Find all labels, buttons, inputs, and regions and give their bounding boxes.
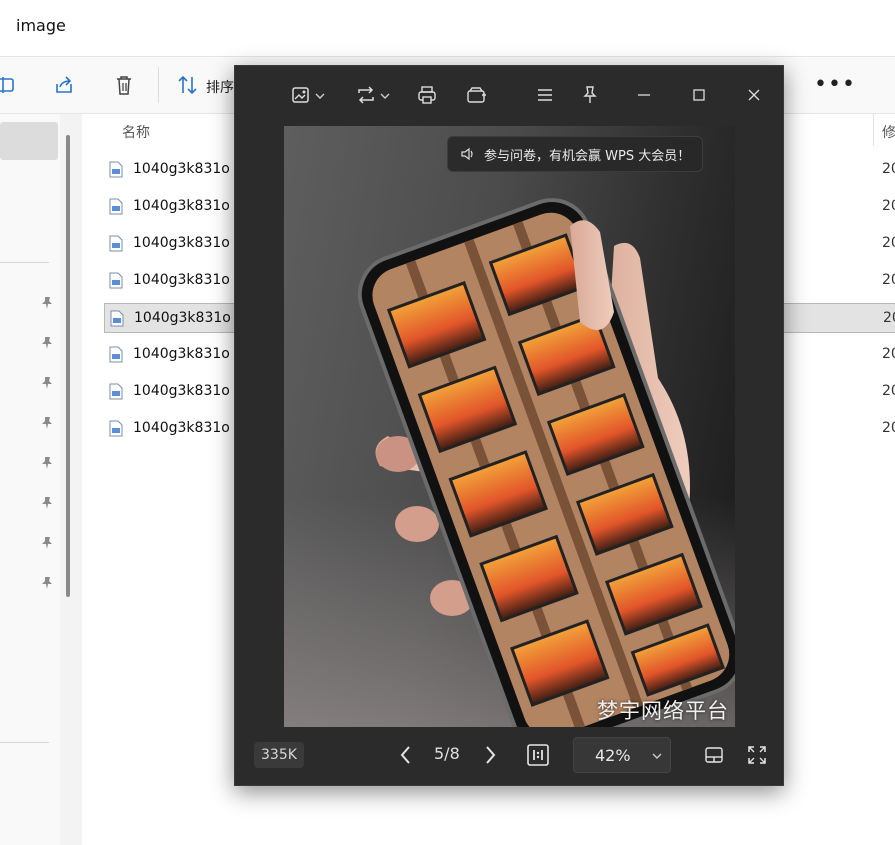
pin-icon[interactable] <box>577 82 603 108</box>
pin-icon[interactable] <box>40 336 54 350</box>
nav-scrollbar[interactable] <box>66 135 70 597</box>
close-icon[interactable] <box>741 82 767 108</box>
pin-icon[interactable] <box>40 376 54 390</box>
rename-icon[interactable] <box>0 73 18 97</box>
file-name: 1040g3k831o <box>133 198 230 214</box>
file-modified-date: 20 <box>882 420 895 436</box>
viewer-status-bar: 335K 5/8 42% <box>235 730 783 786</box>
image-viewer-window: 参与问卷，有机会赢 WPS 大会员！ 梦宇网络平台 335K 5/8 42% <box>234 65 784 786</box>
edit-image-icon[interactable] <box>288 82 314 108</box>
zoom-value: 42% <box>595 746 631 765</box>
navigation-pane <box>0 114 60 845</box>
maximize-icon[interactable] <box>686 82 712 108</box>
file-name: 1040g3k831o <box>133 420 230 436</box>
column-header-modified[interactable]: 修 <box>882 122 895 142</box>
fullscreen-icon[interactable] <box>744 742 770 768</box>
sort-button-label[interactable]: 排序 <box>206 77 234 97</box>
nav-divider <box>0 742 49 743</box>
image-file-icon <box>109 235 123 252</box>
image-file-icon <box>109 161 123 178</box>
thumbnail-icon[interactable] <box>701 742 727 768</box>
pin-icon[interactable] <box>40 496 54 510</box>
pin-icon[interactable] <box>40 416 54 430</box>
menu-icon[interactable] <box>532 82 558 108</box>
pin-icon[interactable] <box>40 296 54 310</box>
file-name: 1040g3k831o <box>133 346 230 362</box>
file-modified-date: 20 <box>882 346 895 362</box>
file-name: 1040g3k831o <box>134 310 231 326</box>
wallet-icon[interactable] <box>464 82 490 108</box>
explorer-titlebar: image <box>0 0 895 57</box>
image-file-icon <box>109 383 123 400</box>
speaker-icon <box>461 147 473 161</box>
image-file-icon <box>109 272 123 289</box>
minimize-icon[interactable] <box>631 82 657 108</box>
sort-icon[interactable] <box>176 73 200 97</box>
nav-selected-item[interactable] <box>0 122 58 160</box>
delete-icon[interactable] <box>112 73 136 97</box>
survey-banner-text: 参与问卷，有机会赢 WPS 大会员！ <box>484 148 691 164</box>
image-canvas[interactable]: 参与问卷，有机会赢 WPS 大会员！ 梦宇网络平台 <box>284 126 735 727</box>
image-file-icon <box>109 420 123 437</box>
image-file-icon <box>109 198 123 215</box>
chevron-down-icon[interactable] <box>380 91 390 101</box>
file-modified-date: 20 <box>882 198 895 214</box>
zoom-select[interactable]: 42% <box>573 737 671 773</box>
pin-icon[interactable] <box>40 536 54 550</box>
file-modified-date: 20 <box>882 235 895 251</box>
file-modified-date: 20 <box>883 310 895 326</box>
file-name: 1040g3k831o <box>133 383 230 399</box>
share-icon[interactable] <box>52 73 76 97</box>
file-name: 1040g3k831o <box>133 161 230 177</box>
column-divider[interactable] <box>873 114 874 146</box>
image-file-icon <box>110 310 124 327</box>
window-title: image <box>16 16 66 35</box>
phone-photo <box>357 198 735 727</box>
prev-icon[interactable] <box>393 742 419 768</box>
nav-divider <box>0 262 49 263</box>
image-watermark: 梦宇网络平台 <box>597 699 729 723</box>
image-file-icon <box>109 346 123 363</box>
file-modified-date: 20 <box>882 272 895 288</box>
file-size-badge: 335K <box>254 742 304 768</box>
survey-banner[interactable]: 参与问卷，有机会赢 WPS 大会员！ <box>447 136 704 172</box>
toolbar-separator <box>158 67 159 103</box>
chevron-down-icon[interactable] <box>315 91 325 101</box>
file-modified-date: 20 <box>882 383 895 399</box>
page-indicator: 5/8 <box>434 744 460 763</box>
file-name: 1040g3k831o <box>133 272 230 288</box>
rotate-icon[interactable] <box>353 82 379 108</box>
chevron-down-icon <box>652 753 662 759</box>
more-options-icon[interactable]: ••• <box>814 73 856 97</box>
print-icon[interactable] <box>414 82 440 108</box>
actual-size-icon[interactable] <box>525 742 551 768</box>
pin-icon[interactable] <box>40 456 54 470</box>
file-modified-date: 20 <box>882 161 895 177</box>
file-name: 1040g3k831o <box>133 235 230 251</box>
column-header-name[interactable]: 名称 <box>122 122 150 142</box>
pin-icon[interactable] <box>40 576 54 590</box>
next-icon[interactable] <box>477 742 503 768</box>
